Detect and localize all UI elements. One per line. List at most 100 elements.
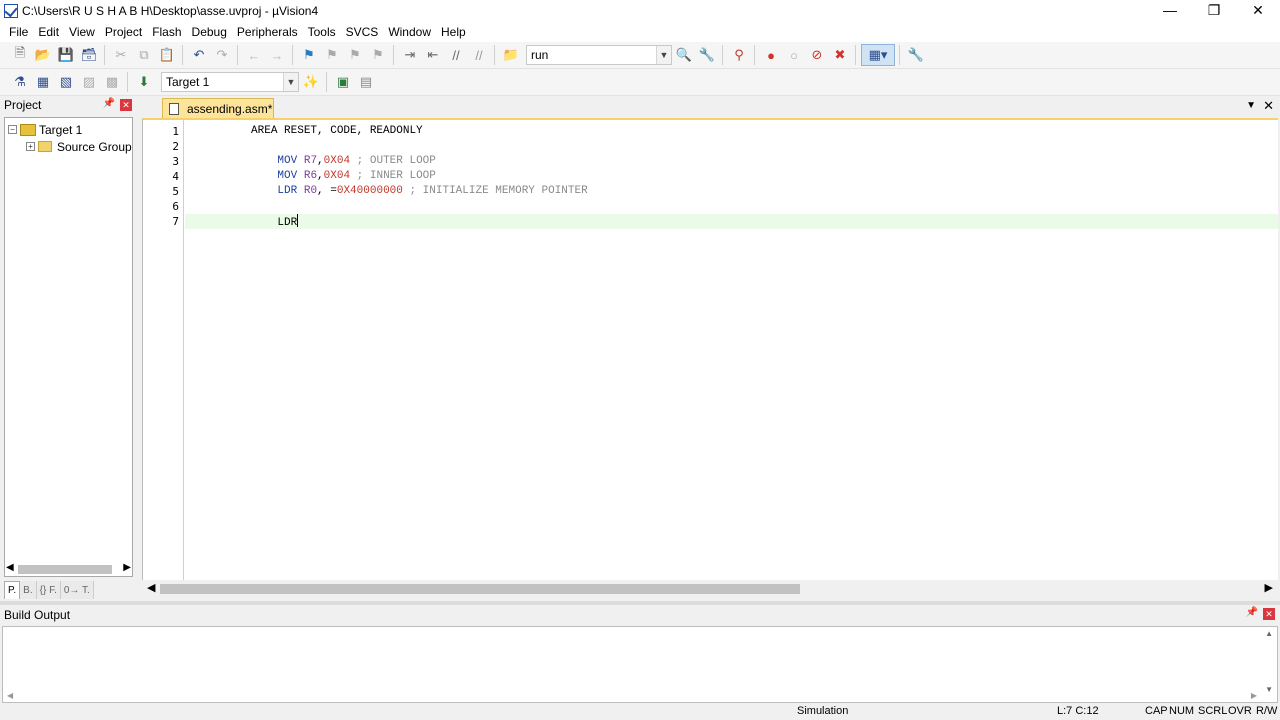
- target-combo[interactable]: Target 1 ▼: [161, 72, 299, 92]
- current-code-line[interactable]: LDR: [185, 214, 1278, 229]
- find-icon[interactable]: 🔍: [673, 44, 695, 66]
- code-line[interactable]: MOV R6,0X04 ; INNER LOOP: [185, 169, 1278, 184]
- scroll-right-icon[interactable]: ▶: [1265, 581, 1273, 594]
- menu-flash[interactable]: Flash: [147, 25, 186, 39]
- debug-session-icon[interactable]: ⚲: [728, 44, 750, 66]
- project-scrollbar[interactable]: ◀ ▶: [4, 561, 133, 577]
- batch-build-icon[interactable]: ▨: [78, 71, 100, 93]
- editor-scrollbar[interactable]: ◀ ▶: [142, 580, 1278, 597]
- close-icon[interactable]: ✕: [120, 99, 132, 111]
- translate-icon[interactable]: ⚗: [9, 71, 31, 93]
- scroll-down-icon[interactable]: ▼: [1265, 685, 1273, 694]
- uncomment-icon[interactable]: //: [468, 44, 490, 66]
- navigate-forward-icon[interactable]: →: [266, 44, 288, 66]
- menu-peripherals[interactable]: Peripherals: [232, 25, 303, 39]
- collapse-icon[interactable]: −: [8, 125, 17, 134]
- tab-templates[interactable]: 0→ T.: [60, 581, 94, 599]
- close-icon[interactable]: ✕: [1263, 608, 1275, 620]
- pin-icon[interactable]: 📌: [103, 98, 115, 109]
- menu-window[interactable]: Window: [383, 25, 436, 39]
- scroll-left-icon[interactable]: ◀: [7, 691, 13, 700]
- menu-view[interactable]: View: [64, 25, 100, 39]
- rebuild-icon[interactable]: ▧: [55, 71, 77, 93]
- target-options-icon[interactable]: ✨: [300, 71, 322, 93]
- scroll-right-icon[interactable]: ▶: [123, 562, 131, 573]
- code-text[interactable]: AREA RESET, CODE, READONLY MOV R7,0X04 ;…: [185, 120, 1278, 580]
- tab-books[interactable]: B.: [20, 581, 37, 599]
- line-number: 4: [172, 170, 179, 183]
- manage-components-icon[interactable]: ▣: [332, 71, 354, 93]
- window-layout-icon[interactable]: ▦▾: [861, 44, 895, 66]
- bookmark-prev-icon[interactable]: ⚑: [321, 44, 343, 66]
- close-document-icon[interactable]: ✕: [1263, 98, 1274, 114]
- tab-project[interactable]: P.: [4, 581, 21, 599]
- load-download-icon[interactable]: ⬇: [133, 71, 155, 93]
- code-line[interactable]: [185, 199, 1278, 214]
- indent-icon[interactable]: ⇥: [399, 44, 421, 66]
- undo-icon[interactable]: ↶: [188, 44, 210, 66]
- insert-breakpoint-icon[interactable]: ●: [760, 44, 782, 66]
- cut-icon[interactable]: ✂: [110, 44, 132, 66]
- build-output-text[interactable]: ▲ ▼ ◀ ▶: [2, 626, 1278, 703]
- save-icon[interactable]: 💾: [55, 44, 77, 66]
- code-line[interactable]: AREA RESET, CODE, READONLY: [185, 124, 1278, 139]
- bookmark-next-icon[interactable]: ⚑: [344, 44, 366, 66]
- minimize-button[interactable]: —: [1148, 0, 1192, 22]
- close-window-button[interactable]: ✕: [1236, 0, 1280, 22]
- unindent-icon[interactable]: ⇤: [422, 44, 444, 66]
- menu-edit[interactable]: Edit: [33, 25, 64, 39]
- bookmark-icon[interactable]: ⚑: [298, 44, 320, 66]
- open-folder-icon[interactable]: 📂: [32, 44, 54, 66]
- paste-icon[interactable]: 📋: [156, 44, 178, 66]
- kill-breakpoints-icon[interactable]: ✖: [829, 44, 851, 66]
- tree-item-target[interactable]: − Target 1: [5, 121, 132, 138]
- menu-svcs[interactable]: SVCS: [341, 25, 384, 39]
- tree-item-source-group[interactable]: + Source Group: [5, 138, 132, 155]
- expand-icon[interactable]: +: [26, 142, 35, 151]
- new-file-icon[interactable]: 🗎: [9, 44, 31, 66]
- redo-icon[interactable]: ↷: [211, 44, 233, 66]
- build-icon[interactable]: ▦: [32, 71, 54, 93]
- navigate-back-icon[interactable]: ←: [243, 44, 265, 66]
- incremental-find-icon[interactable]: 🔧: [696, 44, 718, 66]
- copy-icon[interactable]: ⧉: [133, 44, 155, 66]
- menu-project[interactable]: Project: [100, 25, 147, 39]
- title-bar: C:\Users\R U S H A B H\Desktop\asse.uvpr…: [0, 0, 1280, 22]
- find-combo[interactable]: run ▼: [526, 45, 672, 65]
- configure-icon[interactable]: 🔧: [905, 44, 927, 66]
- scroll-thumb[interactable]: [160, 584, 800, 594]
- menu-help[interactable]: Help: [436, 25, 471, 39]
- save-all-icon[interactable]: 🗃: [78, 44, 100, 66]
- scroll-up-icon[interactable]: ▲: [1265, 629, 1273, 638]
- menu-file[interactable]: File: [4, 25, 33, 39]
- scroll-left-icon[interactable]: ◀: [6, 562, 14, 573]
- code-line[interactable]: [185, 139, 1278, 154]
- disable-breakpoints-icon[interactable]: ⊘: [806, 44, 828, 66]
- tab-assending-asm[interactable]: assending.asm*: [162, 98, 274, 118]
- chevron-down-icon[interactable]: ▼: [283, 73, 298, 91]
- scroll-right-icon[interactable]: ▶: [1251, 691, 1257, 700]
- scroll-thumb[interactable]: [18, 565, 112, 574]
- manage-books-icon[interactable]: ▤: [355, 71, 377, 93]
- project-tree: − Target 1 + Source Group: [4, 117, 133, 577]
- tab-list-dropdown-icon[interactable]: ▼: [1246, 100, 1256, 111]
- scroll-left-icon[interactable]: ◀: [147, 581, 155, 594]
- menu-debug[interactable]: Debug: [187, 25, 232, 39]
- editor-area: assending.asm* ▼ ✕ 1 2 3 4 5 6 7 AREA RESET, C…: [140, 96, 1280, 601]
- tab-functions[interactable]: {} F.: [36, 581, 61, 599]
- code-editor[interactable]: 1 2 3 4 5 6 7 AREA RESET, CODE, READONLY MOV R…: [142, 118, 1278, 580]
- enable-breakpoint-icon[interactable]: ○: [783, 44, 805, 66]
- code-line[interactable]: LDR R0, =0X40000000 ; INITIALIZE MEMORY …: [185, 184, 1278, 199]
- file-toolbar: 🗎 📂 💾 🗃 ✂ ⧉ 📋 ↶ ↷ ← → ⚑ ⚑ ⚑ ⚑ ⇥ ⇤ // // …: [0, 42, 1280, 69]
- find-in-files-icon[interactable]: 📁: [500, 44, 522, 66]
- stop-build-icon[interactable]: ▩: [101, 71, 123, 93]
- code-line[interactable]: MOV R7,0X04 ; OUTER LOOP: [185, 154, 1278, 169]
- separator: [494, 45, 495, 65]
- window-controls: — ❐ ✕: [1148, 0, 1280, 22]
- restore-button[interactable]: ❐: [1192, 0, 1236, 22]
- bookmark-clear-icon[interactable]: ⚑: [367, 44, 389, 66]
- pin-icon[interactable]: 📌: [1246, 607, 1258, 618]
- chevron-down-icon[interactable]: ▼: [656, 46, 671, 64]
- menu-tools[interactable]: Tools: [303, 25, 341, 39]
- comment-icon[interactable]: //: [445, 44, 467, 66]
